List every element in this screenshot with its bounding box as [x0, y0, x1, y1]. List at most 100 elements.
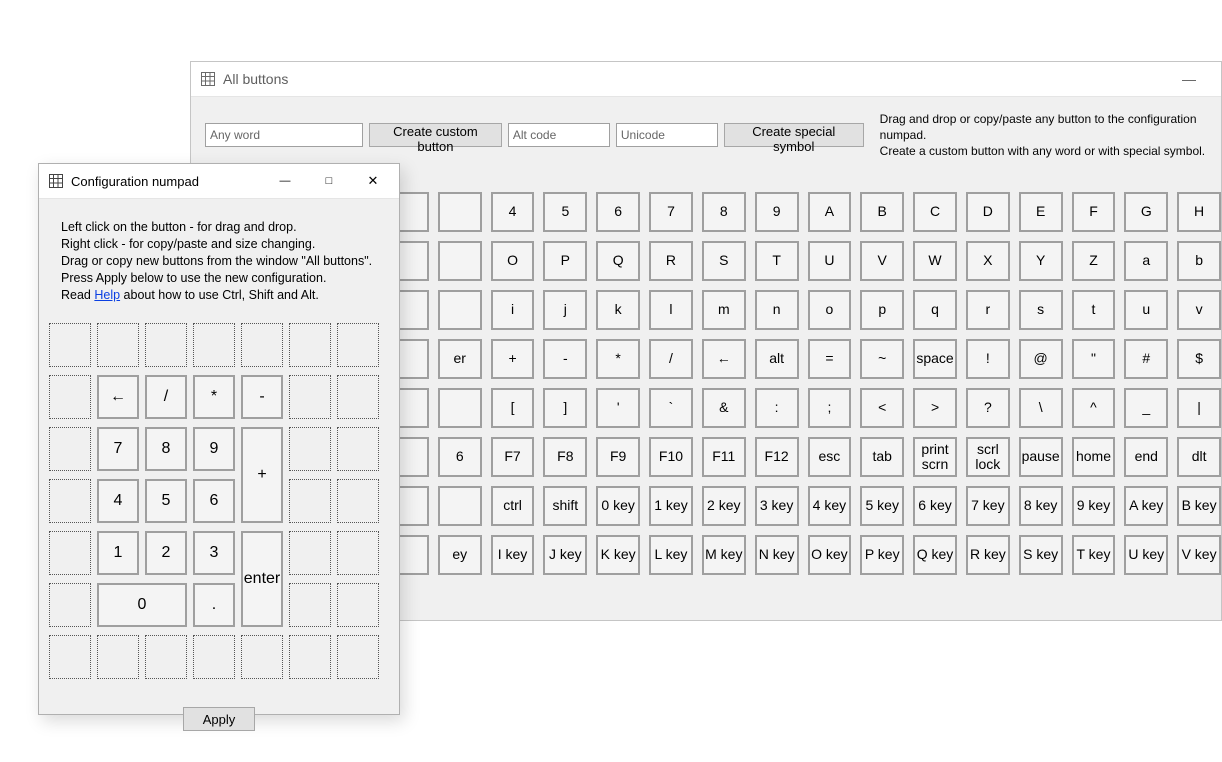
- create-special-symbol-button[interactable]: Create special symbol: [724, 123, 864, 147]
- empty-slot[interactable]: [49, 479, 91, 523]
- key-button[interactable]: 4 key: [808, 486, 852, 526]
- key-button[interactable]: 8: [702, 192, 746, 232]
- empty-slot[interactable]: [337, 531, 379, 575]
- numpad-key-k9[interactable]: 9: [193, 427, 235, 471]
- key-button[interactable]: ;: [808, 388, 852, 428]
- key-button[interactable]: U: [808, 241, 852, 281]
- empty-slot[interactable]: [49, 583, 91, 627]
- key-button[interactable]: Z: [1072, 241, 1116, 281]
- empty-slot[interactable]: [289, 479, 331, 523]
- key-button[interactable]: <: [860, 388, 904, 428]
- key-button[interactable]: [438, 388, 482, 428]
- key-button[interactable]: E: [1019, 192, 1063, 232]
- key-button[interactable]: [438, 241, 482, 281]
- empty-slot[interactable]: [145, 635, 187, 679]
- key-button[interactable]: j: [543, 290, 587, 330]
- key-button[interactable]: scrl lock: [966, 437, 1010, 477]
- key-button[interactable]: `: [649, 388, 693, 428]
- key-button[interactable]: q: [913, 290, 957, 330]
- key-button[interactable]: ": [1072, 339, 1116, 379]
- empty-slot[interactable]: [193, 323, 235, 367]
- key-button[interactable]: [438, 486, 482, 526]
- key-button[interactable]: P key: [860, 535, 904, 575]
- key-button[interactable]: Y: [1019, 241, 1063, 281]
- key-button[interactable]: J key: [543, 535, 587, 575]
- numpad-key-dot[interactable]: .: [193, 583, 235, 627]
- key-button[interactable]: T key: [1072, 535, 1116, 575]
- key-button[interactable]: |: [1177, 388, 1221, 428]
- key-button[interactable]: M key: [702, 535, 746, 575]
- alt-code-input[interactable]: [508, 123, 610, 147]
- key-button[interactable]: U key: [1124, 535, 1168, 575]
- empty-slot[interactable]: [289, 531, 331, 575]
- empty-slot[interactable]: [337, 375, 379, 419]
- key-button[interactable]: home: [1072, 437, 1116, 477]
- key-button[interactable]: l: [649, 290, 693, 330]
- key-button[interactable]: :: [755, 388, 799, 428]
- empty-slot[interactable]: [241, 635, 283, 679]
- key-button[interactable]: k: [596, 290, 640, 330]
- key-button[interactable]: L key: [649, 535, 693, 575]
- key-button[interactable]: 4: [491, 192, 535, 232]
- key-button[interactable]: /: [649, 339, 693, 379]
- key-button[interactable]: t: [1072, 290, 1116, 330]
- config-close-button[interactable]: ✕: [351, 166, 395, 196]
- key-button[interactable]: print scrn: [913, 437, 957, 477]
- key-button[interactable]: 6: [438, 437, 482, 477]
- key-button[interactable]: ctrl: [491, 486, 535, 526]
- numpad-key-k0[interactable]: 0: [97, 583, 187, 627]
- numpad-key-k5[interactable]: 5: [145, 479, 187, 523]
- key-button[interactable]: 8 key: [1019, 486, 1063, 526]
- key-button[interactable]: G: [1124, 192, 1168, 232]
- key-button[interactable]: tab: [860, 437, 904, 477]
- empty-slot[interactable]: [49, 375, 91, 419]
- key-button[interactable]: F12: [755, 437, 799, 477]
- key-button[interactable]: $: [1177, 339, 1221, 379]
- key-button[interactable]: 7: [649, 192, 693, 232]
- empty-slot[interactable]: [289, 635, 331, 679]
- key-button[interactable]: 5: [543, 192, 587, 232]
- key-button[interactable]: ey: [438, 535, 482, 575]
- key-button[interactable]: [: [491, 388, 535, 428]
- config-minimize-button[interactable]: —: [263, 166, 307, 196]
- empty-slot[interactable]: [337, 323, 379, 367]
- key-button[interactable]: R key: [966, 535, 1010, 575]
- key-button[interactable]: F11: [702, 437, 746, 477]
- key-button[interactable]: b: [1177, 241, 1221, 281]
- key-button[interactable]: -: [543, 339, 587, 379]
- empty-slot[interactable]: [289, 323, 331, 367]
- key-button[interactable]: dlt: [1177, 437, 1221, 477]
- numpad-key-enter[interactable]: enter: [241, 531, 283, 627]
- numpad-key-k2[interactable]: 2: [145, 531, 187, 575]
- key-button[interactable]: V key: [1177, 535, 1221, 575]
- empty-slot[interactable]: [337, 583, 379, 627]
- numpad-key-back[interactable]: ←: [97, 375, 139, 419]
- key-button[interactable]: esc: [808, 437, 852, 477]
- key-button[interactable]: o: [808, 290, 852, 330]
- key-button[interactable]: F: [1072, 192, 1116, 232]
- key-button[interactable]: >: [913, 388, 957, 428]
- key-button[interactable]: ]: [543, 388, 587, 428]
- key-button[interactable]: *: [596, 339, 640, 379]
- key-button[interactable]: S: [702, 241, 746, 281]
- key-button[interactable]: r: [966, 290, 1010, 330]
- empty-slot[interactable]: [337, 479, 379, 523]
- key-button[interactable]: 9 key: [1072, 486, 1116, 526]
- numpad-key-star[interactable]: *: [193, 375, 235, 419]
- apply-button[interactable]: Apply: [183, 707, 255, 731]
- numpad-key-k1[interactable]: 1: [97, 531, 139, 575]
- empty-slot[interactable]: [97, 635, 139, 679]
- numpad-key-k6[interactable]: 6: [193, 479, 235, 523]
- numpad-key-k7[interactable]: 7: [97, 427, 139, 471]
- numpad-key-k8[interactable]: 8: [145, 427, 187, 471]
- key-button[interactable]: K key: [596, 535, 640, 575]
- key-button[interactable]: 2 key: [702, 486, 746, 526]
- key-button[interactable]: 6: [596, 192, 640, 232]
- key-button[interactable]: pause: [1019, 437, 1063, 477]
- key-button[interactable]: a: [1124, 241, 1168, 281]
- help-link[interactable]: Help: [94, 288, 120, 302]
- empty-slot[interactable]: [49, 531, 91, 575]
- key-button[interactable]: F7: [491, 437, 535, 477]
- any-word-input[interactable]: [205, 123, 363, 147]
- numpad-key-plus[interactable]: +: [241, 427, 283, 523]
